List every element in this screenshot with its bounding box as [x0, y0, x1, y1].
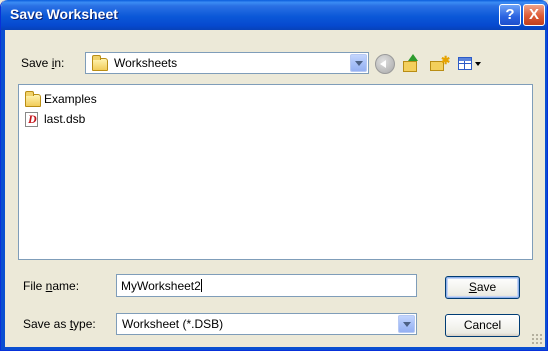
up-folder-icon[interactable] [401, 54, 421, 74]
save-in-dropdown[interactable]: Worksheets [85, 52, 369, 74]
dsb-file-icon [25, 112, 38, 127]
back-icon[interactable] [375, 54, 395, 74]
cancel-button[interactable]: Cancel [445, 314, 520, 337]
save-as-type-value: Worksheet (*.DSB) [122, 317, 224, 331]
list-item-last-dsb[interactable]: last.dsb [24, 110, 144, 128]
window-frame-left [1, 30, 5, 350]
views-menu-icon[interactable] [457, 54, 483, 74]
save-as-type-dropdown[interactable]: Worksheet (*.DSB) [116, 313, 417, 335]
new-folder-icon[interactable]: ✱ [429, 54, 450, 74]
save-button[interactable]: Save [445, 276, 520, 299]
resize-grip[interactable] [531, 333, 543, 345]
save-in-value: Worksheets [114, 56, 178, 70]
file-list[interactable]: Examples last.dsb [18, 84, 533, 260]
file-name-input[interactable]: MyWorksheet2 [116, 274, 417, 297]
save-in-label: Save in: [21, 56, 65, 70]
file-name-label: File name: [23, 279, 80, 293]
file-name-value: MyWorksheet2 [121, 279, 201, 293]
file-name-text: last.dsb [44, 112, 86, 126]
save-worksheet-dialog: Save Worksheet ? X Save in: Worksheets ✱… [0, 0, 548, 351]
chevron-down-icon[interactable] [350, 54, 367, 72]
dialog-title: Save Worksheet [10, 6, 118, 22]
folder-icon [92, 55, 108, 71]
close-button[interactable]: X [523, 4, 545, 26]
list-item-examples[interactable]: Examples [24, 90, 144, 108]
text-caret [200, 279, 202, 292]
folder-icon [25, 91, 41, 107]
help-button[interactable]: ? [499, 4, 521, 26]
chevron-down-icon[interactable] [398, 315, 415, 333]
save-as-type-label: Save as type: [23, 317, 96, 331]
window-frame-bottom [1, 347, 547, 350]
file-name-text: Examples [44, 92, 97, 106]
title-bar[interactable]: Save Worksheet ? X [1, 0, 547, 30]
